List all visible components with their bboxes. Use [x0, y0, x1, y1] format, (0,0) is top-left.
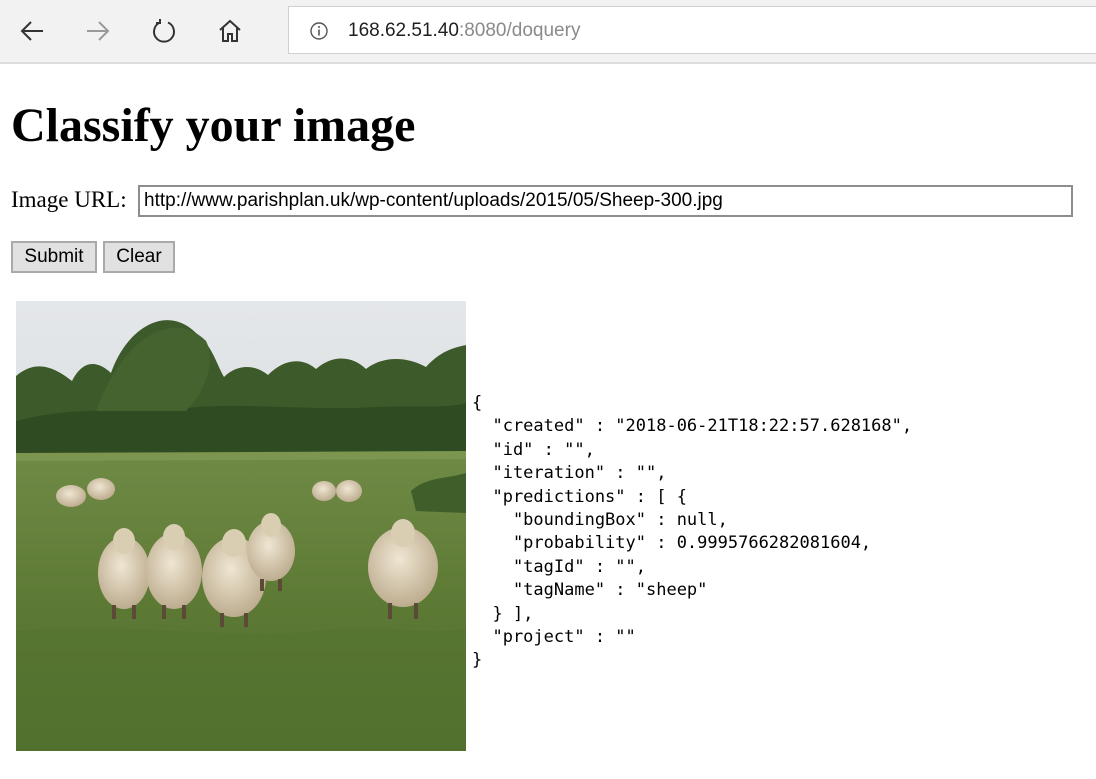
browser-toolbar: 168.62.51.40:8080/doquery: [0, 0, 1096, 64]
forward-arrow-icon: [87, 21, 110, 41]
clear-button[interactable]: Clear: [103, 241, 175, 273]
info-icon[interactable]: [309, 21, 329, 41]
address-bar[interactable]: 168.62.51.40:8080/doquery: [288, 6, 1096, 54]
home-icon: [219, 19, 241, 42]
refresh-icon: [153, 19, 175, 43]
classified-image: [16, 301, 466, 751]
sheep-field-photo: [16, 301, 466, 751]
image-url-label: Image URL:: [11, 187, 127, 212]
classification-result: { "created" : "2018-06-21T18:22:57.62816…: [472, 393, 913, 671]
forward-button[interactable]: [78, 12, 118, 50]
submit-button[interactable]: Submit: [11, 241, 97, 273]
back-arrow-icon: [20, 21, 43, 41]
address-host: 168.62.51.40: [348, 20, 459, 41]
address-url[interactable]: 168.62.51.40:8080/doquery: [348, 20, 580, 42]
address-path: :8080/doquery: [458, 20, 581, 41]
home-button[interactable]: [210, 12, 250, 50]
page-title: Classify your image: [11, 99, 416, 152]
refresh-button[interactable]: [144, 12, 184, 50]
image-url-input[interactable]: [138, 185, 1073, 217]
back-button[interactable]: [12, 12, 52, 50]
